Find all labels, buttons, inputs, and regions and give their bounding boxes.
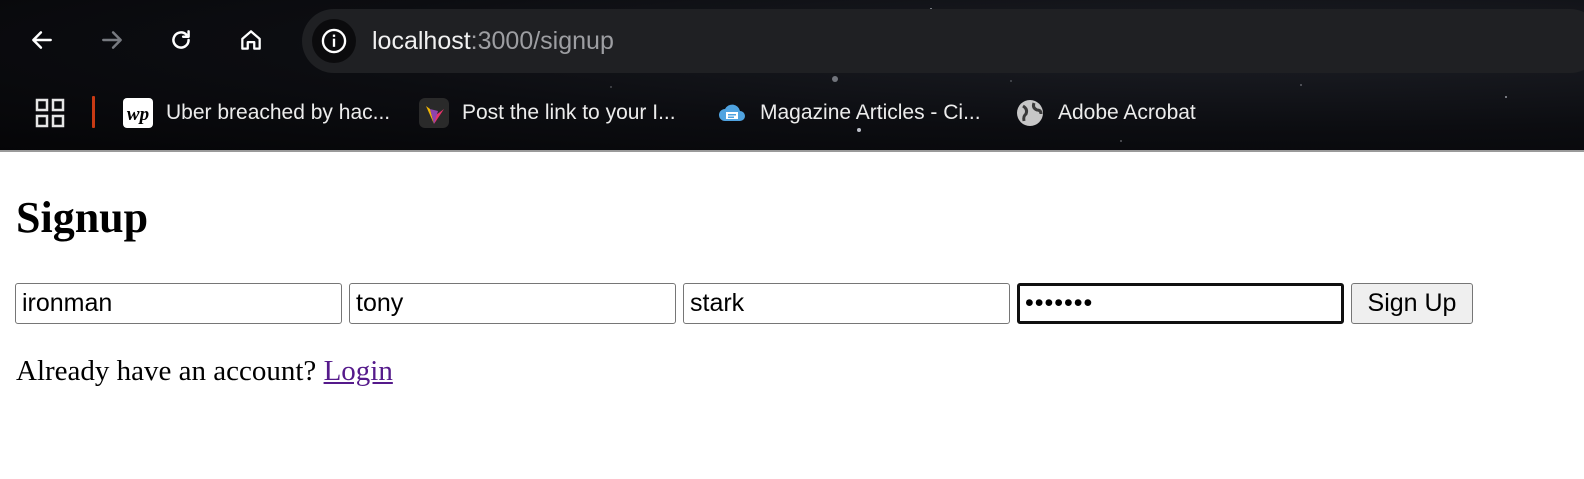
bookmark-label: Adobe Acrobat xyxy=(1058,101,1196,124)
globe-icon xyxy=(1014,97,1046,129)
home-button[interactable] xyxy=(231,20,271,60)
login-prompt-text: Already have an account? xyxy=(16,355,317,387)
bookmark-label: Uber breached by hac... xyxy=(166,101,391,124)
url-text[interactable]: localhost:3000/signup xyxy=(372,25,614,57)
background-star xyxy=(1120,140,1122,142)
svg-text:wp: wp xyxy=(127,104,149,125)
apps-grid-icon xyxy=(35,98,65,128)
sign-up-button[interactable]: Sign Up xyxy=(1351,283,1473,324)
back-button[interactable] xyxy=(22,20,62,60)
home-icon xyxy=(241,30,261,50)
bookmark-separator xyxy=(92,96,95,128)
site-info-button[interactable] xyxy=(312,19,356,63)
bookmark-label: Post the link to your I... xyxy=(462,101,676,124)
back-arrow-icon xyxy=(32,31,52,49)
washington-post-icon: wp xyxy=(122,97,154,129)
background-star xyxy=(1300,84,1302,86)
info-icon xyxy=(321,28,347,54)
first-name-input[interactable] xyxy=(349,283,676,324)
bookmark-uber-breached[interactable]: wp Uber breached by hac... xyxy=(122,94,390,132)
bookmark-label: Magazine Articles - Ci... xyxy=(760,101,981,124)
username-input[interactable] xyxy=(15,283,342,324)
cloud-news-icon xyxy=(716,97,748,129)
reload-icon xyxy=(172,30,190,49)
forward-button[interactable] xyxy=(92,20,132,60)
signup-page: Signup Sign Up Already have an account? … xyxy=(0,152,1584,479)
page-title: Signup xyxy=(16,193,149,242)
background-star xyxy=(1505,96,1507,98)
apps-button[interactable] xyxy=(33,96,67,130)
login-prompt: Already have an account? Login xyxy=(16,353,393,389)
background-star xyxy=(1010,80,1012,82)
last-name-input[interactable] xyxy=(683,283,1010,324)
bookmark-adobe-acrobat[interactable]: Adobe Acrobat xyxy=(1014,94,1196,132)
forward-arrow-icon xyxy=(102,31,122,49)
reload-button[interactable] xyxy=(161,20,201,60)
password-input[interactable] xyxy=(1017,283,1344,324)
url-path: :3000/signup xyxy=(470,27,614,55)
address-bar[interactable]: localhost:3000/signup xyxy=(302,9,1584,73)
login-link[interactable]: Login xyxy=(324,355,393,387)
background-star xyxy=(610,86,612,88)
colorful-leaf-icon xyxy=(418,97,450,129)
browser-toolbar: localhost:3000/signup wp Uber breached b… xyxy=(0,0,1584,152)
url-host: localhost xyxy=(372,27,471,55)
bookmark-post-the-link[interactable]: Post the link to your I... xyxy=(418,94,676,132)
bookmark-magazine-articles[interactable]: Magazine Articles - Ci... xyxy=(716,94,981,132)
background-star xyxy=(832,76,838,82)
